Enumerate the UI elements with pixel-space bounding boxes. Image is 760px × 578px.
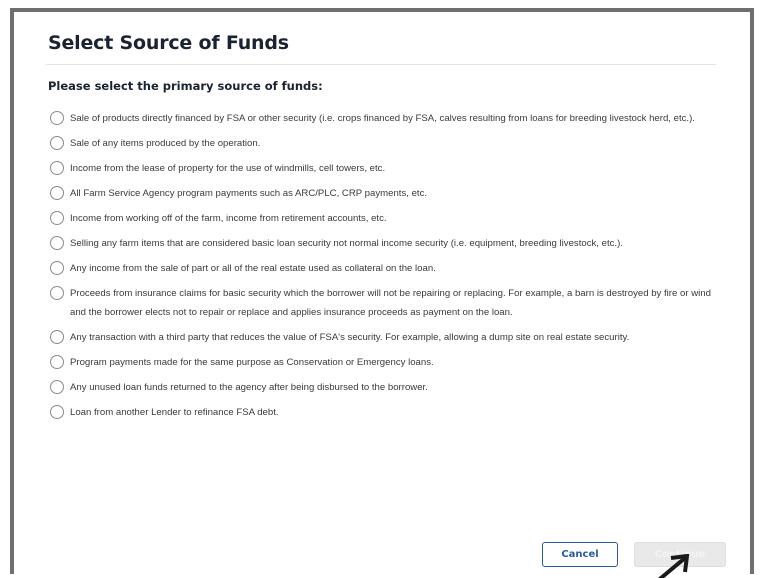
option-item[interactable]: Proceeds from insurance claims for basic… bbox=[36, 286, 726, 322]
option-item[interactable]: Any transaction with a third party that … bbox=[36, 330, 726, 347]
title-divider bbox=[46, 64, 716, 65]
option-item[interactable]: Loan from another Lender to refinance FS… bbox=[36, 405, 726, 422]
radio-button[interactable] bbox=[50, 211, 64, 225]
option-item[interactable]: Income from the lease of property for th… bbox=[36, 161, 726, 178]
cancel-button[interactable]: Cancel bbox=[542, 542, 618, 567]
option-item[interactable]: Income from working off of the farm, inc… bbox=[36, 211, 726, 228]
window-frame: Select Source of Funds Please select the… bbox=[10, 8, 754, 574]
radio-button[interactable] bbox=[50, 161, 64, 175]
option-label: Any transaction with a third party that … bbox=[70, 332, 630, 343]
radio-button[interactable] bbox=[50, 111, 64, 125]
radio-button[interactable] bbox=[50, 355, 64, 369]
radio-button[interactable] bbox=[50, 236, 64, 250]
radio-button[interactable] bbox=[50, 286, 64, 300]
option-label: Loan from another Lender to refinance FS… bbox=[70, 407, 279, 418]
dialog-title: Select Source of Funds bbox=[48, 32, 289, 54]
option-label: All Farm Service Agency program payments… bbox=[70, 188, 428, 199]
radio-button[interactable] bbox=[50, 330, 64, 344]
option-label: Proceeds from insurance claims for basic… bbox=[70, 288, 711, 318]
question-prompt: Please select the primary source of fund… bbox=[48, 79, 323, 93]
radio-button[interactable] bbox=[50, 261, 64, 275]
option-label: Income from working off of the farm, inc… bbox=[70, 213, 387, 224]
option-item[interactable]: Sale of any items produced by the operat… bbox=[36, 136, 726, 153]
option-item[interactable]: Sale of products directly financed by FS… bbox=[36, 111, 726, 128]
option-item[interactable]: Program payments made for the same purpo… bbox=[36, 355, 726, 372]
radio-button[interactable] bbox=[50, 405, 64, 419]
option-item[interactable]: All Farm Service Agency program payments… bbox=[36, 186, 726, 203]
option-label: Program payments made for the same purpo… bbox=[70, 357, 434, 368]
option-item[interactable]: Any unused loan funds returned to the ag… bbox=[36, 380, 726, 397]
option-label: Sale of products directly financed by FS… bbox=[70, 113, 695, 124]
pointer-arrow-icon bbox=[658, 554, 690, 578]
option-label: Any unused loan funds returned to the ag… bbox=[70, 382, 428, 393]
source-of-funds-options: Sale of products directly financed by FS… bbox=[36, 111, 726, 422]
select-source-of-funds-dialog: Select Source of Funds Please select the… bbox=[36, 22, 726, 430]
radio-button[interactable] bbox=[50, 136, 64, 150]
option-label: Selling any farm items that are consider… bbox=[70, 238, 623, 249]
option-label: Sale of any items produced by the operat… bbox=[70, 138, 261, 149]
option-item[interactable]: Selling any farm items that are consider… bbox=[36, 236, 726, 253]
option-label: Income from the lease of property for th… bbox=[70, 163, 386, 174]
radio-button[interactable] bbox=[50, 380, 64, 394]
radio-button[interactable] bbox=[50, 186, 64, 200]
option-item[interactable]: Any income from the sale of part or all … bbox=[36, 261, 726, 278]
option-label: Any income from the sale of part or all … bbox=[70, 263, 436, 274]
